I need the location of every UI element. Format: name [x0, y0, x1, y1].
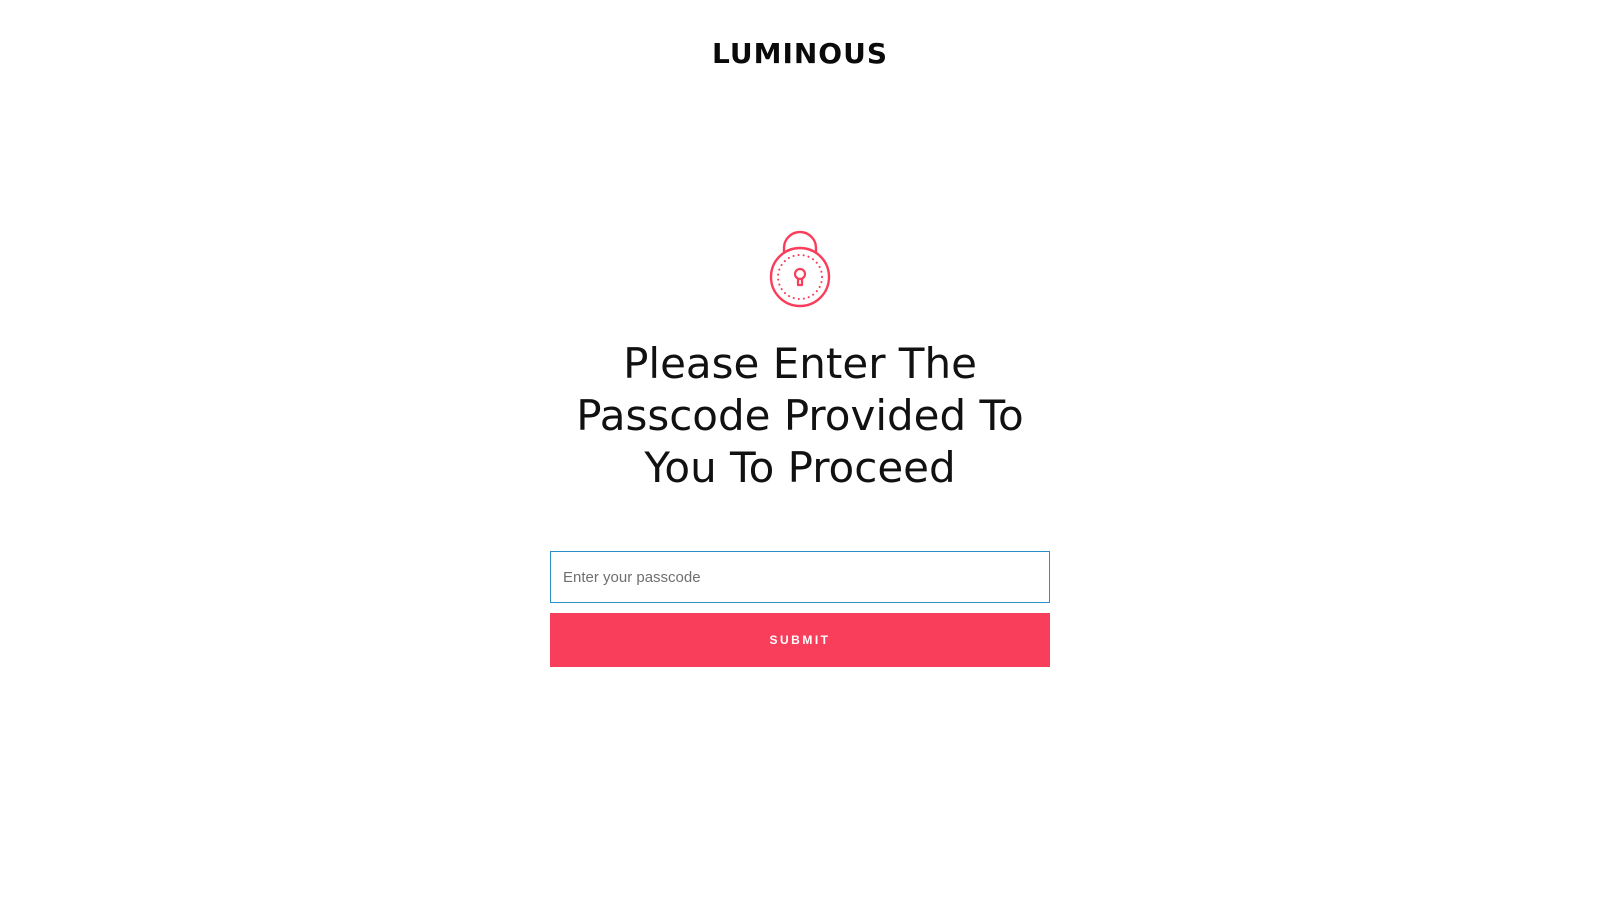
page-heading: Please Enter The Passcode Provided To Yo… [576, 339, 1024, 492]
password-page: LUMINOUS Please Enter The Passcode Provi… [0, 0, 1600, 900]
passcode-input[interactable] [550, 551, 1050, 603]
padlock-icon [768, 226, 832, 310]
passcode-form: SUBMIT [550, 551, 1050, 667]
submit-button[interactable]: SUBMIT [550, 613, 1050, 667]
brand-logo: LUMINOUS [712, 37, 888, 70]
